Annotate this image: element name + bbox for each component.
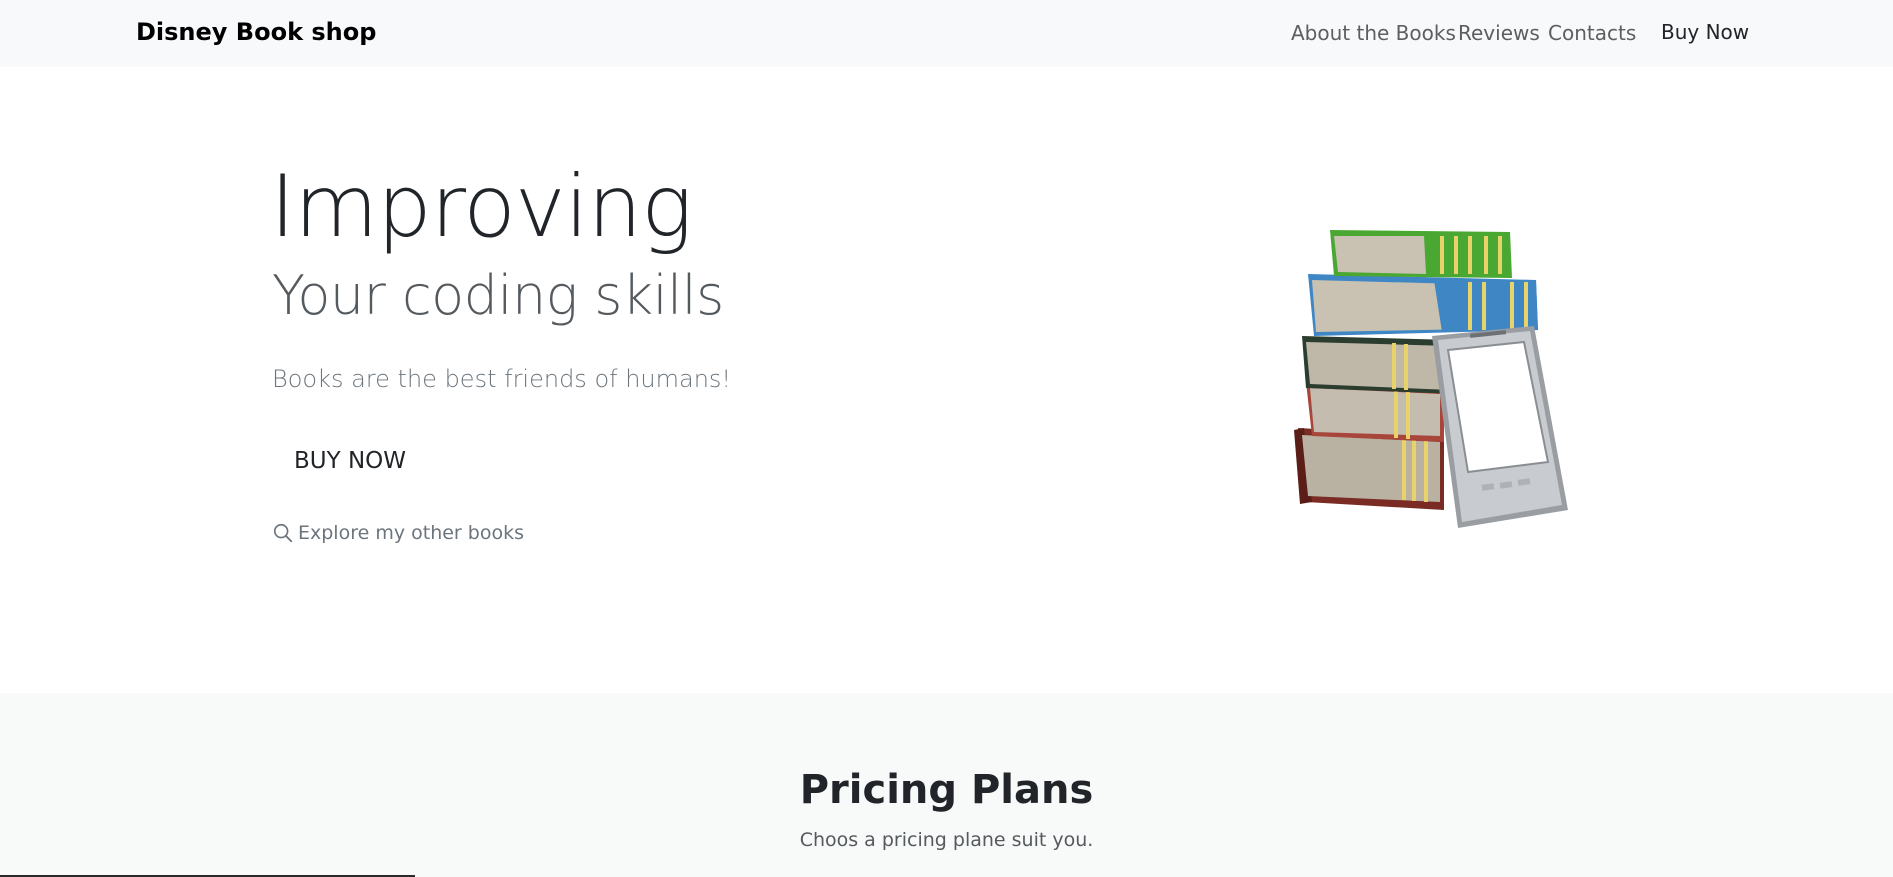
navbar: Disney Book shop About the Books Reviews… bbox=[0, 0, 1893, 67]
explore-link-label: Explore my other books bbox=[298, 522, 524, 544]
search-icon bbox=[273, 523, 293, 543]
ereader-device bbox=[1432, 326, 1568, 528]
hero-title: Improving bbox=[270, 157, 693, 257]
pricing-title: Pricing Plans bbox=[799, 767, 1094, 813]
books-and-ereader-image bbox=[1294, 230, 1568, 528]
hero-subtitle: Your coding skills bbox=[272, 264, 724, 327]
nav-buy-now-button[interactable]: Buy Now bbox=[1661, 20, 1749, 44]
hero-lead-text: Books are the best friends of humans! bbox=[272, 365, 732, 393]
book-dark-green bbox=[1302, 336, 1456, 394]
buy-now-button[interactable]: BUY NOW bbox=[272, 438, 428, 484]
pricing-subtitle: Choos a pricing plane suit you. bbox=[799, 829, 1094, 851]
book-green bbox=[1330, 230, 1512, 278]
brand-logo[interactable]: Disney Book shop bbox=[136, 18, 376, 46]
nav-reviews[interactable]: Reviews bbox=[1458, 21, 1540, 45]
book-blue bbox=[1308, 274, 1538, 336]
nav-about-the-books[interactable]: About the Books bbox=[1291, 21, 1456, 45]
nav-contacts[interactable]: Contacts bbox=[1548, 21, 1636, 45]
explore-books-link[interactable]: Explore my other books bbox=[272, 522, 524, 544]
